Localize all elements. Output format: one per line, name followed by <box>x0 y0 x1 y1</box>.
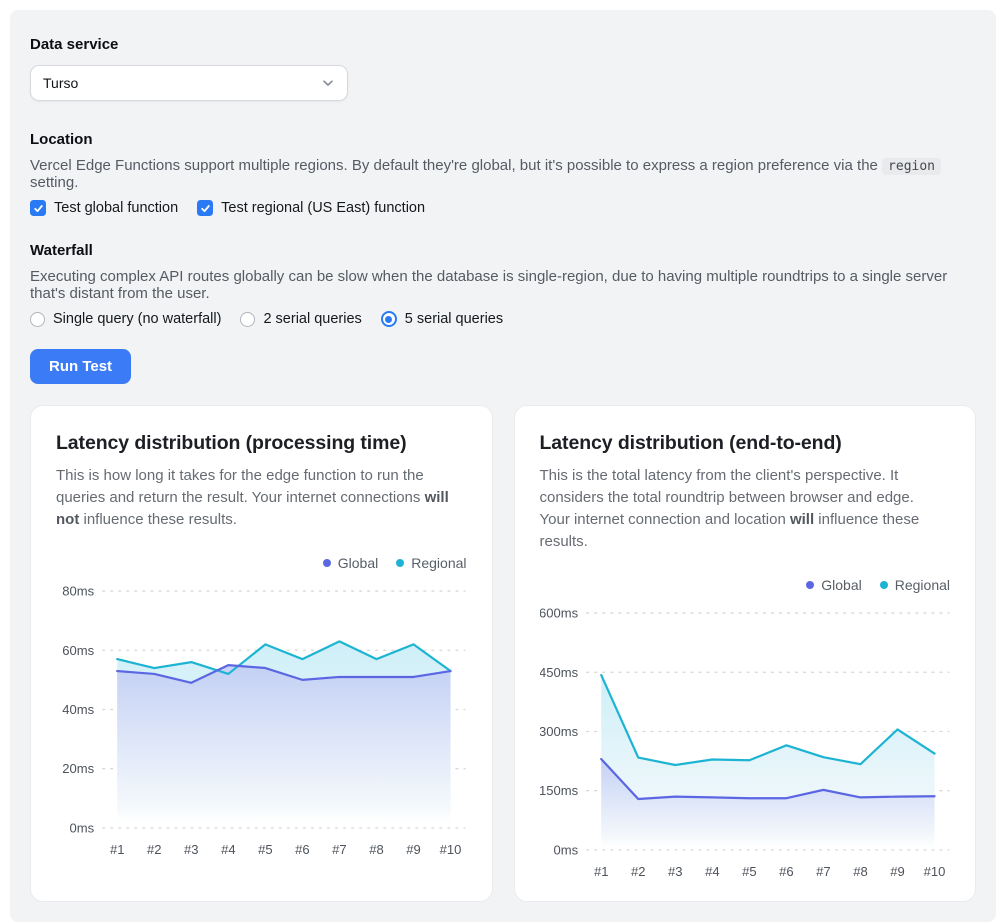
card-title: Latency distribution (processing time) <box>56 432 467 455</box>
y-axis-tick: 40ms <box>62 702 94 717</box>
x-axis-tick: #4 <box>221 842 236 857</box>
radio-5-serial-queries[interactable]: 5 serial queries <box>381 311 503 327</box>
chart-legend: Global Regional <box>56 555 467 571</box>
radio-single-query-no-waterfall[interactable]: Single query (no waterfall) <box>30 311 221 327</box>
latency-cards-row: Latency distribution (processing time) Th… <box>30 405 976 902</box>
radio-label: 5 serial queries <box>405 311 503 327</box>
data-service-selected-value: Turso <box>43 75 78 91</box>
y-axis-tick: 0ms <box>70 821 95 836</box>
x-axis-tick: #5 <box>742 864 757 879</box>
x-axis-tick: #6 <box>779 864 794 879</box>
radio-2-serial-queries[interactable]: 2 serial queries <box>240 311 361 327</box>
legend-dot-icon <box>880 581 888 589</box>
checkbox-label: Test regional (US East) function <box>221 200 425 216</box>
waterfall-heading: Waterfall <box>30 242 976 259</box>
x-axis-tick: #10 <box>923 864 945 879</box>
legend-global: Global <box>323 555 378 571</box>
checkbox-checked-icon[interactable] <box>30 200 46 216</box>
y-axis-tick: 450ms <box>540 665 579 680</box>
radio-unselected-icon[interactable] <box>30 312 45 327</box>
card-title: Latency distribution (end-to-end) <box>540 432 951 455</box>
x-axis-tick: #7 <box>816 864 831 879</box>
checkbox-checked-icon[interactable] <box>197 200 213 216</box>
data-service-heading: Data service <box>30 36 976 53</box>
y-axis-tick: 150ms <box>540 783 579 798</box>
run-test-button[interactable]: Run Test <box>30 349 131 384</box>
x-axis-tick: #9 <box>890 864 905 879</box>
y-axis-tick: 600ms <box>540 606 579 621</box>
x-axis-tick: #8 <box>853 864 868 879</box>
legend-dot-icon <box>323 559 331 567</box>
legend-regional: Regional <box>396 555 466 571</box>
y-axis-tick: 300ms <box>540 724 579 739</box>
card-description: This is the total latency from the clien… <box>540 465 942 553</box>
latency-chart: 0ms 150ms 300ms 450ms 600ms #1 #2 #3 #4 #5 #6 #7 #8 #… <box>540 599 951 885</box>
latency-chart: 0ms 20ms 40ms 60ms 80ms #1 #2 #3 #4 #5 #6 #7 #8 #9 #10 <box>56 577 467 863</box>
x-axis-tick: #3 <box>184 842 199 857</box>
radio-label: 2 serial queries <box>263 311 361 327</box>
location-heading: Location <box>30 131 976 148</box>
checkbox-label: Test global function <box>54 200 178 216</box>
location-description: Vercel Edge Functions support multiple r… <box>30 157 976 191</box>
chart-legend: Global Regional <box>540 577 951 593</box>
x-axis-tick: #3 <box>668 864 683 879</box>
x-axis-tick: #2 <box>631 864 646 879</box>
x-axis-tick: #1 <box>110 842 125 857</box>
x-axis-tick: #2 <box>147 842 162 857</box>
x-axis-tick: #1 <box>593 864 608 879</box>
x-axis-tick: #7 <box>332 842 347 857</box>
main-panel: Data service Turso Location Vercel Edge … <box>10 10 996 922</box>
waterfall-radio-row: Single query (no waterfall) 2 serial quer… <box>30 311 976 327</box>
card-description: This is how long it takes for the edge f… <box>56 465 458 531</box>
x-axis-tick: #5 <box>258 842 273 857</box>
x-axis-tick: #8 <box>369 842 384 857</box>
legend-regional: Regional <box>880 577 950 593</box>
global-area <box>117 665 450 828</box>
x-axis-tick: #9 <box>406 842 421 857</box>
location-checkbox-row: Test global function Test regional (US Ea… <box>30 200 976 216</box>
x-axis-tick: #6 <box>295 842 310 857</box>
legend-dot-icon <box>806 581 814 589</box>
waterfall-description: Executing complex API routes globally ca… <box>30 268 976 302</box>
y-axis-tick: 0ms <box>553 843 578 858</box>
x-axis-tick: #4 <box>705 864 720 879</box>
radio-label: Single query (no waterfall) <box>53 311 221 327</box>
checkbox-test-regional-us-east-function[interactable]: Test regional (US East) function <box>197 200 425 216</box>
y-axis-tick: 60ms <box>62 643 94 658</box>
checkbox-test-global-function[interactable]: Test global function <box>30 200 178 216</box>
radio-selected-icon[interactable] <box>381 311 397 327</box>
inline-code: region <box>882 158 941 175</box>
x-axis-tick: #10 <box>440 842 462 857</box>
latency-card-end-to-end: Latency distribution (end-to-end) This is… <box>514 405 977 902</box>
legend-dot-icon <box>396 559 404 567</box>
legend-global: Global <box>806 577 861 593</box>
radio-unselected-icon[interactable] <box>240 312 255 327</box>
data-service-select[interactable]: Turso <box>30 65 348 101</box>
latency-card-processing-time: Latency distribution (processing time) Th… <box>30 405 493 902</box>
y-axis-tick: 20ms <box>62 761 94 776</box>
chevron-down-icon <box>321 76 335 90</box>
y-axis-tick: 80ms <box>62 584 94 599</box>
